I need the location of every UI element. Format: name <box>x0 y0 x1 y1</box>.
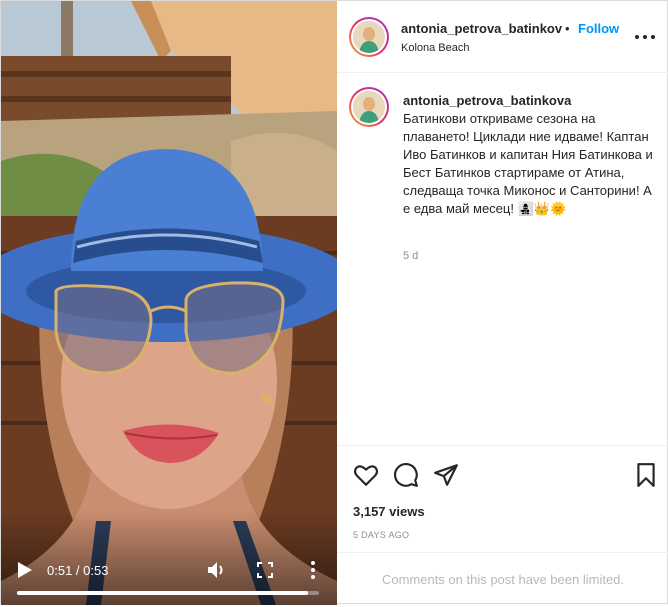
caption-block: antonia_petrova_batinkova Батинкови откр… <box>337 73 668 445</box>
volume-icon[interactable] <box>206 560 226 580</box>
video-progress-bar[interactable] <box>17 591 319 595</box>
instagram-post: 0:51 / 0:53 antonia_petrova_batinkov • F… <box>0 0 668 605</box>
post-actions: 3,157 views 5 DAYS AGO Comments on this … <box>337 445 668 605</box>
video-frame <box>1 1 337 605</box>
avatar[interactable] <box>349 17 389 57</box>
caption-age: 5 d <box>403 250 419 262</box>
heart-icon[interactable] <box>353 462 379 488</box>
post-header: antonia_petrova_batinkov • Follow Kolona… <box>337 1 668 73</box>
post-side-panel: antonia_petrova_batinkov • Follow Kolona… <box>337 1 668 605</box>
post-location[interactable]: Kolona Beach <box>401 42 470 54</box>
fullscreen-icon[interactable] <box>257 561 273 579</box>
avatar-image <box>353 21 385 53</box>
paper-plane-icon[interactable] <box>433 462 459 488</box>
bookmark-icon[interactable] <box>633 462 659 488</box>
play-icon[interactable] <box>17 561 33 579</box>
caption-avatar[interactable] <box>349 87 389 127</box>
follow-button[interactable]: Follow <box>578 21 619 36</box>
more-horizontal-icon[interactable] <box>633 27 657 47</box>
comment-icon[interactable] <box>393 462 419 488</box>
caption-text: Батинкови откриваме сезона на плаването!… <box>403 111 653 216</box>
video-progress-fill <box>17 591 308 595</box>
video-player[interactable]: 0:51 / 0:53 <box>1 1 337 605</box>
comments-limited-notice: Comments on this post have been limited. <box>337 552 668 606</box>
video-controls: 0:51 / 0:53 <box>1 539 337 605</box>
post-timestamp: 5 DAYS AGO <box>353 530 410 540</box>
view-count[interactable]: 3,157 views <box>353 504 425 519</box>
caption-username[interactable]: antonia_petrova_batinkova <box>403 93 571 108</box>
separator-dot: • <box>565 21 570 36</box>
more-vertical-icon[interactable] <box>305 560 321 580</box>
avatar-image <box>353 91 385 123</box>
header-username[interactable]: antonia_petrova_batinkov <box>401 21 562 36</box>
video-time: 0:51 / 0:53 <box>47 563 109 578</box>
